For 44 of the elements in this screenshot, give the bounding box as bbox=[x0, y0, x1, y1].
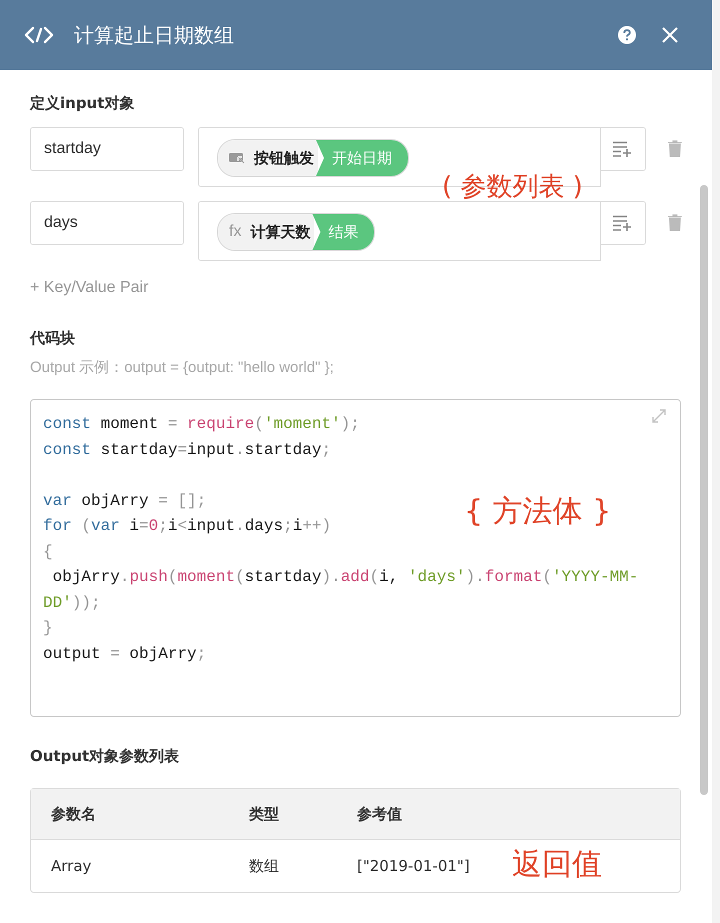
table-cell: 数组 bbox=[249, 856, 279, 876]
column-header: 参数名 bbox=[51, 804, 96, 824]
insert-button[interactable] bbox=[600, 201, 646, 245]
section-heading: Output对象参数列表 bbox=[30, 747, 180, 766]
column-header: 类型 bbox=[249, 804, 279, 824]
code-line: output = objArry; bbox=[43, 644, 206, 664]
code-line: } bbox=[43, 618, 53, 639]
table-cell: Array bbox=[51, 857, 92, 875]
value-field[interactable]: fx 计算天数 结果 bbox=[198, 201, 601, 261]
source-label: 按钮触发 bbox=[254, 148, 314, 168]
trash-icon[interactable] bbox=[668, 140, 682, 157]
section-heading: 代码块 bbox=[30, 329, 76, 348]
table-cell: ["2019-01-01"] bbox=[357, 857, 470, 875]
code-editor[interactable] bbox=[30, 399, 681, 717]
help-icon[interactable] bbox=[618, 26, 636, 44]
code-line: { bbox=[43, 542, 53, 562]
annotation-text: 返回值 bbox=[512, 846, 602, 884]
key-field[interactable]: days bbox=[30, 201, 184, 245]
section-heading: 定义input对象 bbox=[30, 94, 136, 113]
value-label: 结果 bbox=[312, 214, 374, 250]
code-line: for (var i=0;i<input.days;i++) bbox=[43, 516, 332, 537]
example-hint: Output 示例：output = {output: "hello world" }; bbox=[30, 358, 335, 377]
code-line: objArry.push(moment(startday).add(i, 'days').format('YYYY-MM-DD')); bbox=[43, 567, 640, 614]
annotation-text: { 方法体 } bbox=[464, 493, 612, 531]
insert-button[interactable] bbox=[600, 127, 646, 171]
variable-pill[interactable]: fx 计算天数 结果 bbox=[217, 213, 376, 251]
list-add-icon bbox=[612, 215, 633, 231]
window-title: 计算起止日期数组 bbox=[74, 22, 234, 48]
code-line: var objArry = []; bbox=[43, 490, 206, 512]
function-label: fx bbox=[229, 223, 242, 241]
expand-icon[interactable] bbox=[652, 409, 666, 423]
close-icon[interactable] bbox=[662, 27, 678, 43]
code-icon bbox=[24, 25, 54, 45]
column-header: 参考值 bbox=[357, 804, 402, 824]
trash-icon[interactable] bbox=[668, 214, 682, 231]
scrollbar[interactable] bbox=[700, 185, 708, 795]
code-line: const moment = require('moment'); bbox=[43, 414, 360, 435]
button-icon bbox=[229, 152, 245, 164]
variable-pill[interactable]: 按钮触发 开始日期 bbox=[217, 139, 409, 177]
list-add-icon bbox=[612, 141, 633, 157]
code-line: const startday=input.startday; bbox=[43, 440, 332, 460]
key-field[interactable]: startday bbox=[30, 127, 184, 171]
source-label: 计算天数 bbox=[250, 222, 310, 242]
value-label: 开始日期 bbox=[316, 140, 408, 176]
